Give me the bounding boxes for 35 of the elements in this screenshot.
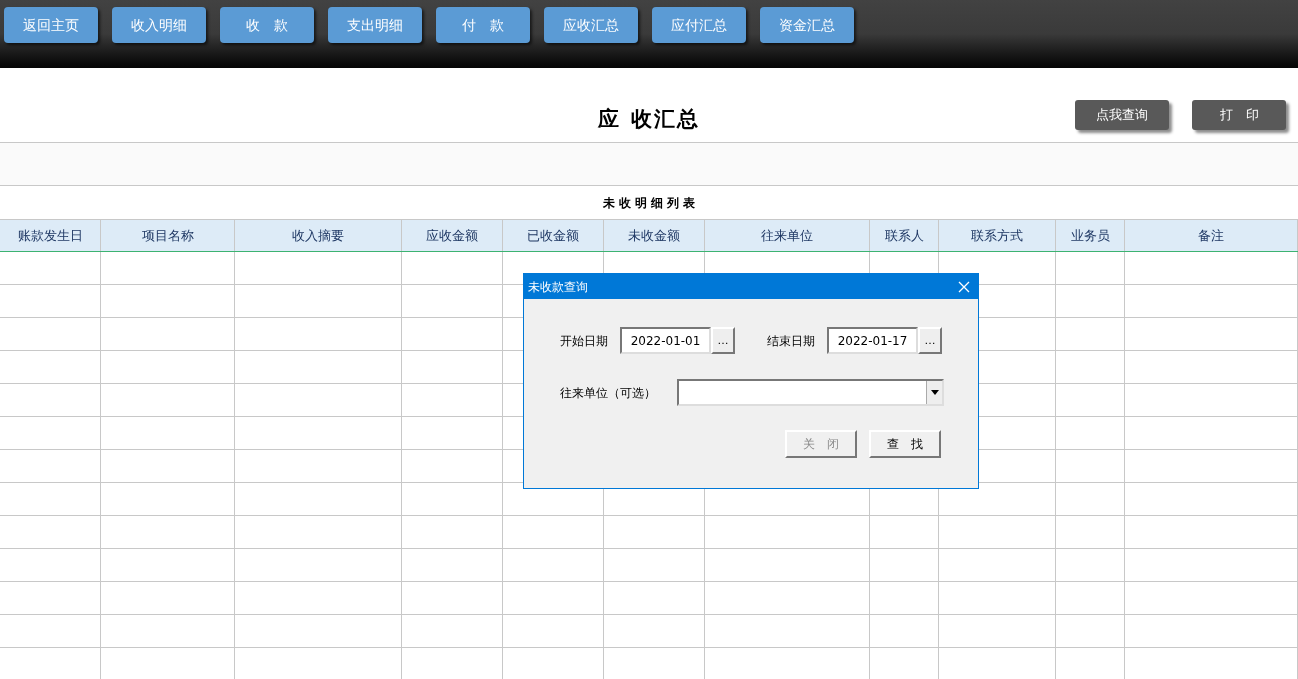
nav-button[interactable]: 收入明细: [112, 7, 206, 43]
unit-dropdown[interactable]: [677, 379, 944, 406]
nav-button[interactable]: 应付汇总: [652, 7, 746, 43]
column-header: 往来单位: [705, 220, 870, 251]
column-header: 业务员: [1056, 220, 1125, 251]
field-label: 往来单位（可选）: [560, 384, 657, 402]
column-header: 未收金额: [604, 220, 705, 251]
nav-button[interactable]: 返回主页: [4, 7, 98, 43]
dialog-title: 未收款查询: [528, 278, 588, 296]
nav-button[interactable]: 应收汇总: [544, 7, 638, 43]
column-header: 应收金额: [402, 220, 503, 251]
close-icon[interactable]: [958, 280, 970, 293]
date-field[interactable]: 2022-01-01: [620, 327, 711, 354]
nav-button[interactable]: 付 款: [436, 7, 530, 43]
action-button[interactable]: 点我查询: [1075, 100, 1169, 130]
column-header: 收入摘要: [235, 220, 402, 251]
nav-button[interactable]: 收 款: [220, 7, 314, 43]
field-label: 开始日期: [560, 332, 609, 350]
column-header: 联系方式: [939, 220, 1056, 251]
column-header: 备注: [1125, 220, 1298, 251]
column-header: 账款发生日: [0, 220, 101, 251]
table-title: 未 收 明 细 列 表: [602, 194, 696, 212]
nav-button[interactable]: 支出明细: [328, 7, 422, 43]
field-label: 结束日期: [767, 332, 816, 350]
picker-button[interactable]: …: [918, 327, 942, 354]
picker-button[interactable]: …: [711, 327, 735, 354]
column-header: 项目名称: [101, 220, 235, 251]
action-button[interactable]: 打 印: [1192, 100, 1286, 130]
dropdown-arrow-icon: [930, 390, 939, 395]
date-field[interactable]: 2022-01-17: [827, 327, 918, 354]
column-header: 联系人: [870, 220, 939, 251]
nav-button[interactable]: 资金汇总: [760, 7, 854, 43]
dialog-button[interactable]: 查 找: [869, 430, 941, 458]
column-header: 已收金额: [503, 220, 604, 251]
page-title: 应 收汇总: [598, 106, 700, 134]
